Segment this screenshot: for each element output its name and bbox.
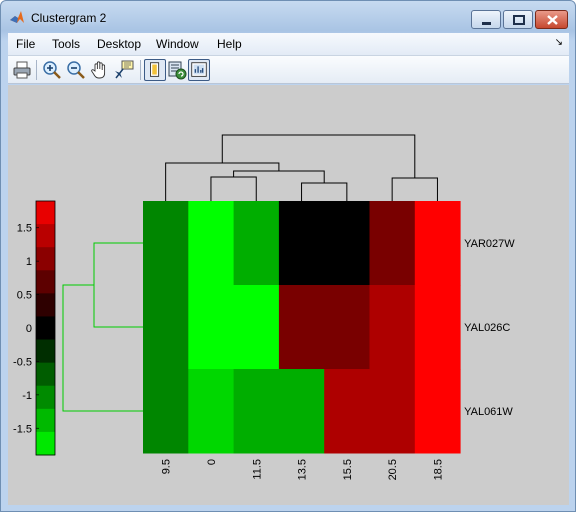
heatmap-cell[interactable] [188,285,235,370]
toolbar-separator [140,60,141,80]
plot-tools-icon[interactable] [188,59,210,81]
colorbar-segment [36,293,55,317]
row-labels: YAR027W YAL026C YAL061W [464,238,515,418]
column-label: 0 [206,459,218,465]
zoom-out-icon[interactable] [65,59,87,81]
column-dendrogram-branch [210,176,257,201]
colorbar-segment [36,270,55,294]
row-dendrogram[interactable] [62,242,143,412]
column-dendrogram-branch [165,162,280,201]
heatmap-cell[interactable] [233,369,280,454]
column-dendrogram-branch [391,177,438,201]
heatmap-cell[interactable] [324,201,370,286]
colorbar-segment [36,201,55,225]
minimize-icon [482,22,491,25]
colorbar-tick-label: 0 [26,323,32,335]
row-label: YAL026C [464,322,510,334]
column-label: 11.5 [251,459,263,480]
column-dendrogram-branch [221,134,416,178]
menu-dock-arrow-icon[interactable]: ↘ [555,37,563,48]
title-bar[interactable]: Clustergram 2 [1,1,575,31]
maximize-icon [513,15,525,25]
menu-desktop[interactable]: Desktop [97,37,141,51]
heatmap-cell[interactable] [414,285,461,370]
clustergram-plot: 1.5 1 0.5 0 -0.5 -1 -1.5 YAR027W YAL026C YAL061W… [13,134,515,480]
menu-bar: File Tools Desktop Window Help ↘ [8,33,569,56]
close-button[interactable] [535,10,568,29]
heatmap-cell[interactable] [278,285,325,370]
column-labels: 9.5 0 11.5 13.5 15.5 20.5 18.5 [161,459,445,480]
colorbar-tick-label: -0.5 [13,356,32,368]
column-label: 20.5 [387,459,399,480]
colorbar-segment [36,431,55,456]
colorbar-tick-label: 1.5 [17,223,32,235]
heatmap-cell[interactable] [414,369,461,454]
colorbar-segment [36,247,55,271]
colorbar-tick-label: -1.5 [13,423,32,435]
heatmap-cell[interactable] [414,201,461,286]
column-label: 13.5 [297,459,309,480]
colorbar-tick-labels: 1.5 1 0.5 0 -0.5 -1 -1.5 [13,223,39,435]
row-label: YAR027W [464,238,515,250]
column-label: 9.5 [161,459,173,474]
heatmap-cell[interactable] [324,285,370,370]
heatmap-cell[interactable] [369,285,416,370]
matlab-logo-icon [10,11,24,23]
toolbar [8,56,569,84]
pan-icon[interactable] [89,59,111,81]
column-dendrogram-branch [301,182,348,201]
minimize-button[interactable] [471,10,501,29]
colorbar-segment [36,339,55,364]
heatmap-cell[interactable] [188,201,235,286]
colorbar-segment [36,408,55,433]
column-label: 15.5 [342,459,354,480]
close-icon [547,15,558,25]
data-cursor-icon[interactable] [113,59,135,81]
heatmap-cell[interactable] [324,369,370,454]
colorbar-tick-label: 0.5 [17,290,32,302]
zoom-in-icon[interactable] [41,59,63,81]
colorbar-tick-label: 1 [26,256,32,268]
heatmap-cell[interactable] [278,201,325,286]
heatmap-cell[interactable] [233,201,280,286]
row-dendrogram-branch [62,284,143,412]
heatmap-cell[interactable] [143,369,189,454]
colorbar-icon[interactable] [144,59,166,81]
maximize-button[interactable] [503,10,533,29]
column-dendrogram[interactable] [165,134,438,201]
column-label: 18.5 [432,459,444,480]
row-dendrogram-branch [93,242,143,328]
heatmap-cell[interactable] [188,369,235,454]
menu-help[interactable]: Help [217,37,242,51]
window-title: Clustergram 2 [31,11,107,25]
heatmap-cell[interactable] [143,201,189,286]
heatmap-cell[interactable] [233,285,280,370]
legend-icon[interactable] [166,59,188,81]
figure-canvas: 1.5 1 0.5 0 -0.5 -1 -1.5 YAR027W YAL026C YAL061W… [8,85,569,505]
colorbar-segment [36,385,55,410]
toolbar-separator [36,60,37,80]
row-label: YAL061W [464,406,513,418]
menu-file[interactable]: File [16,37,35,51]
colorbar-segment [36,362,55,387]
clustergram-window: Clustergram 2 File Tools Desktop Window … [0,0,576,512]
heatmap-cell[interactable] [143,285,189,370]
menu-tools[interactable]: Tools [52,37,80,51]
heatmap[interactable] [143,201,461,454]
heatmap-cell[interactable] [278,369,325,454]
heatmap-cell[interactable] [369,201,416,286]
heatmap-cell[interactable] [369,369,416,454]
colorbar-tick-label: -1 [22,390,32,402]
menu-window[interactable]: Window [156,37,199,51]
print-icon[interactable] [11,59,33,81]
